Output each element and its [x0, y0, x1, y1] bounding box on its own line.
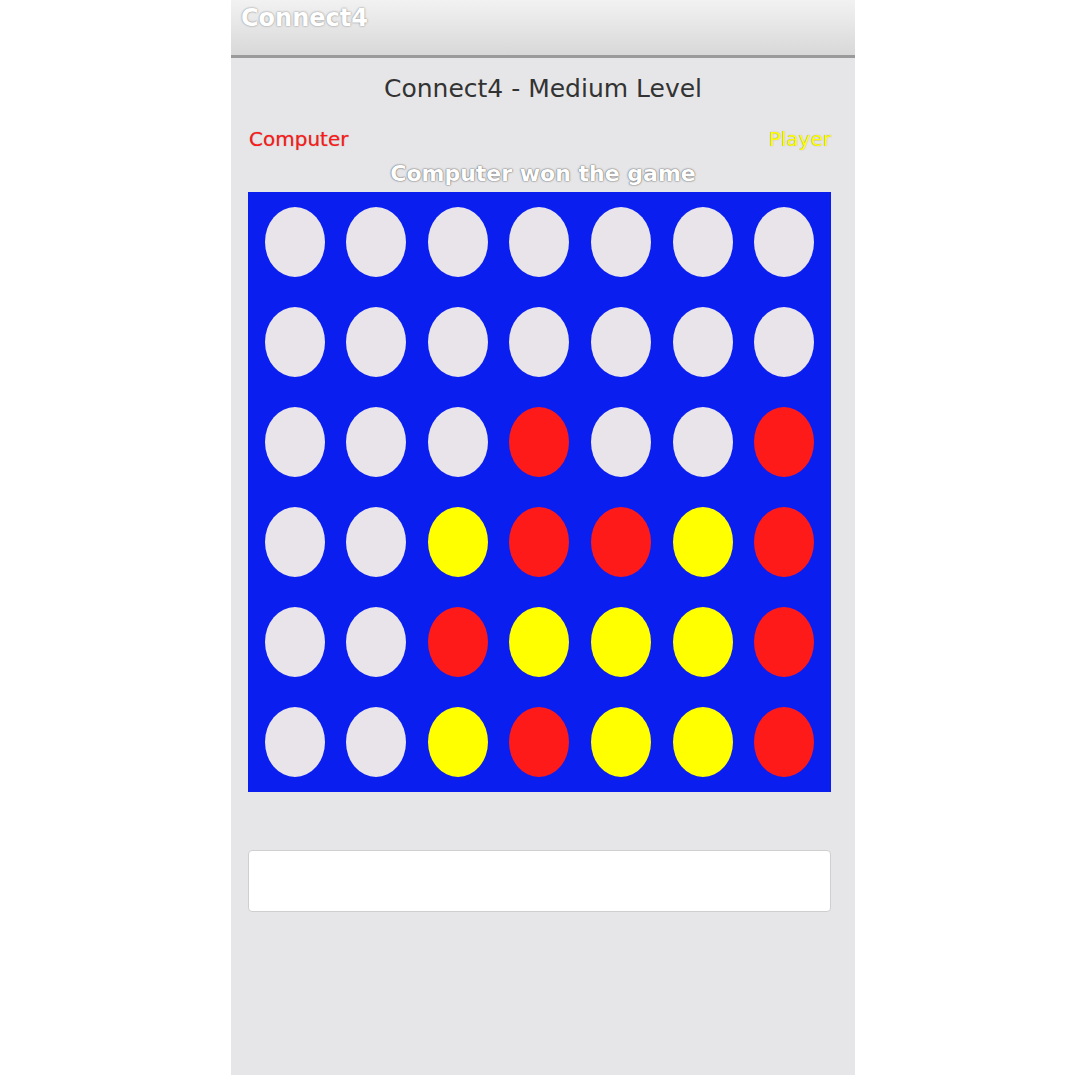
board-cell[interactable] — [417, 392, 499, 492]
board-cell[interactable] — [417, 292, 499, 392]
disc — [428, 607, 488, 677]
disc — [265, 207, 325, 277]
app-screen: Connect4 Connect4 - Medium Level Compute… — [231, 0, 855, 1075]
disc — [265, 607, 325, 677]
disc — [509, 507, 569, 577]
disc — [428, 707, 488, 777]
disc — [346, 207, 406, 277]
board-cell[interactable] — [743, 292, 825, 392]
disc — [673, 507, 733, 577]
disc — [673, 207, 733, 277]
board-cell[interactable] — [336, 392, 418, 492]
board-cell[interactable] — [417, 692, 499, 792]
board-cell[interactable] — [580, 392, 662, 492]
player-label: Player — [769, 127, 831, 151]
board-cell[interactable] — [499, 392, 581, 492]
status-text: Computer won the game — [231, 151, 855, 192]
board-cell[interactable] — [743, 392, 825, 492]
disc — [428, 207, 488, 277]
disc — [509, 707, 569, 777]
disc — [754, 507, 814, 577]
board-cell[interactable] — [254, 192, 336, 292]
action-button[interactable] — [248, 850, 831, 912]
app-title: Connect4 — [241, 4, 368, 32]
board-cell[interactable] — [743, 192, 825, 292]
board-cell[interactable] — [336, 292, 418, 392]
disc — [673, 407, 733, 477]
disc — [591, 707, 651, 777]
disc — [754, 207, 814, 277]
board-cell[interactable] — [336, 192, 418, 292]
disc — [673, 707, 733, 777]
board-cell[interactable] — [499, 292, 581, 392]
board-cell[interactable] — [336, 692, 418, 792]
board-cell[interactable] — [254, 392, 336, 492]
board-cell[interactable] — [580, 292, 662, 392]
disc — [509, 407, 569, 477]
board-cell[interactable] — [580, 592, 662, 692]
disc — [428, 507, 488, 577]
disc — [591, 407, 651, 477]
board-cell[interactable] — [254, 692, 336, 792]
board-cell[interactable] — [336, 492, 418, 592]
disc — [265, 707, 325, 777]
board-cell[interactable] — [580, 192, 662, 292]
board-cell[interactable] — [499, 192, 581, 292]
board-cell[interactable] — [417, 492, 499, 592]
players-row: Computer Player — [231, 113, 855, 151]
disc — [265, 307, 325, 377]
disc — [265, 407, 325, 477]
disc — [509, 207, 569, 277]
disc — [428, 407, 488, 477]
disc — [346, 507, 406, 577]
disc — [346, 407, 406, 477]
disc — [673, 607, 733, 677]
disc — [754, 307, 814, 377]
board-cell[interactable] — [499, 692, 581, 792]
board-cell[interactable] — [662, 392, 744, 492]
disc — [591, 207, 651, 277]
title-bar: Connect4 — [231, 0, 855, 58]
disc — [754, 707, 814, 777]
board-cell[interactable] — [662, 492, 744, 592]
disc — [673, 307, 733, 377]
board-cell[interactable] — [580, 492, 662, 592]
page: Connect4 Connect4 - Medium Level Compute… — [0, 0, 1080, 1075]
disc — [509, 607, 569, 677]
player-label: Computer — [249, 127, 348, 151]
board-cell[interactable] — [499, 492, 581, 592]
board-cell[interactable] — [254, 292, 336, 392]
board-cell[interactable] — [743, 492, 825, 592]
board-cell[interactable] — [417, 192, 499, 292]
board-cell[interactable] — [743, 592, 825, 692]
board-cell[interactable] — [662, 192, 744, 292]
board-cell[interactable] — [662, 292, 744, 392]
disc — [346, 607, 406, 677]
board-cell[interactable] — [499, 592, 581, 692]
disc — [509, 307, 569, 377]
disc — [591, 307, 651, 377]
disc — [754, 407, 814, 477]
disc — [265, 507, 325, 577]
board-cell[interactable] — [254, 592, 336, 692]
board-cell[interactable] — [743, 692, 825, 792]
board-cell[interactable] — [662, 592, 744, 692]
disc — [591, 507, 651, 577]
board-cell[interactable] — [417, 592, 499, 692]
disc — [754, 607, 814, 677]
disc — [428, 307, 488, 377]
disc — [346, 707, 406, 777]
disc — [346, 307, 406, 377]
board-cell[interactable] — [580, 692, 662, 792]
board-cell[interactable] — [662, 692, 744, 792]
heading: Connect4 - Medium Level — [231, 58, 855, 113]
board-cell[interactable] — [336, 592, 418, 692]
board-cell[interactable] — [254, 492, 336, 592]
game-board[interactable] — [248, 192, 831, 792]
disc — [591, 607, 651, 677]
